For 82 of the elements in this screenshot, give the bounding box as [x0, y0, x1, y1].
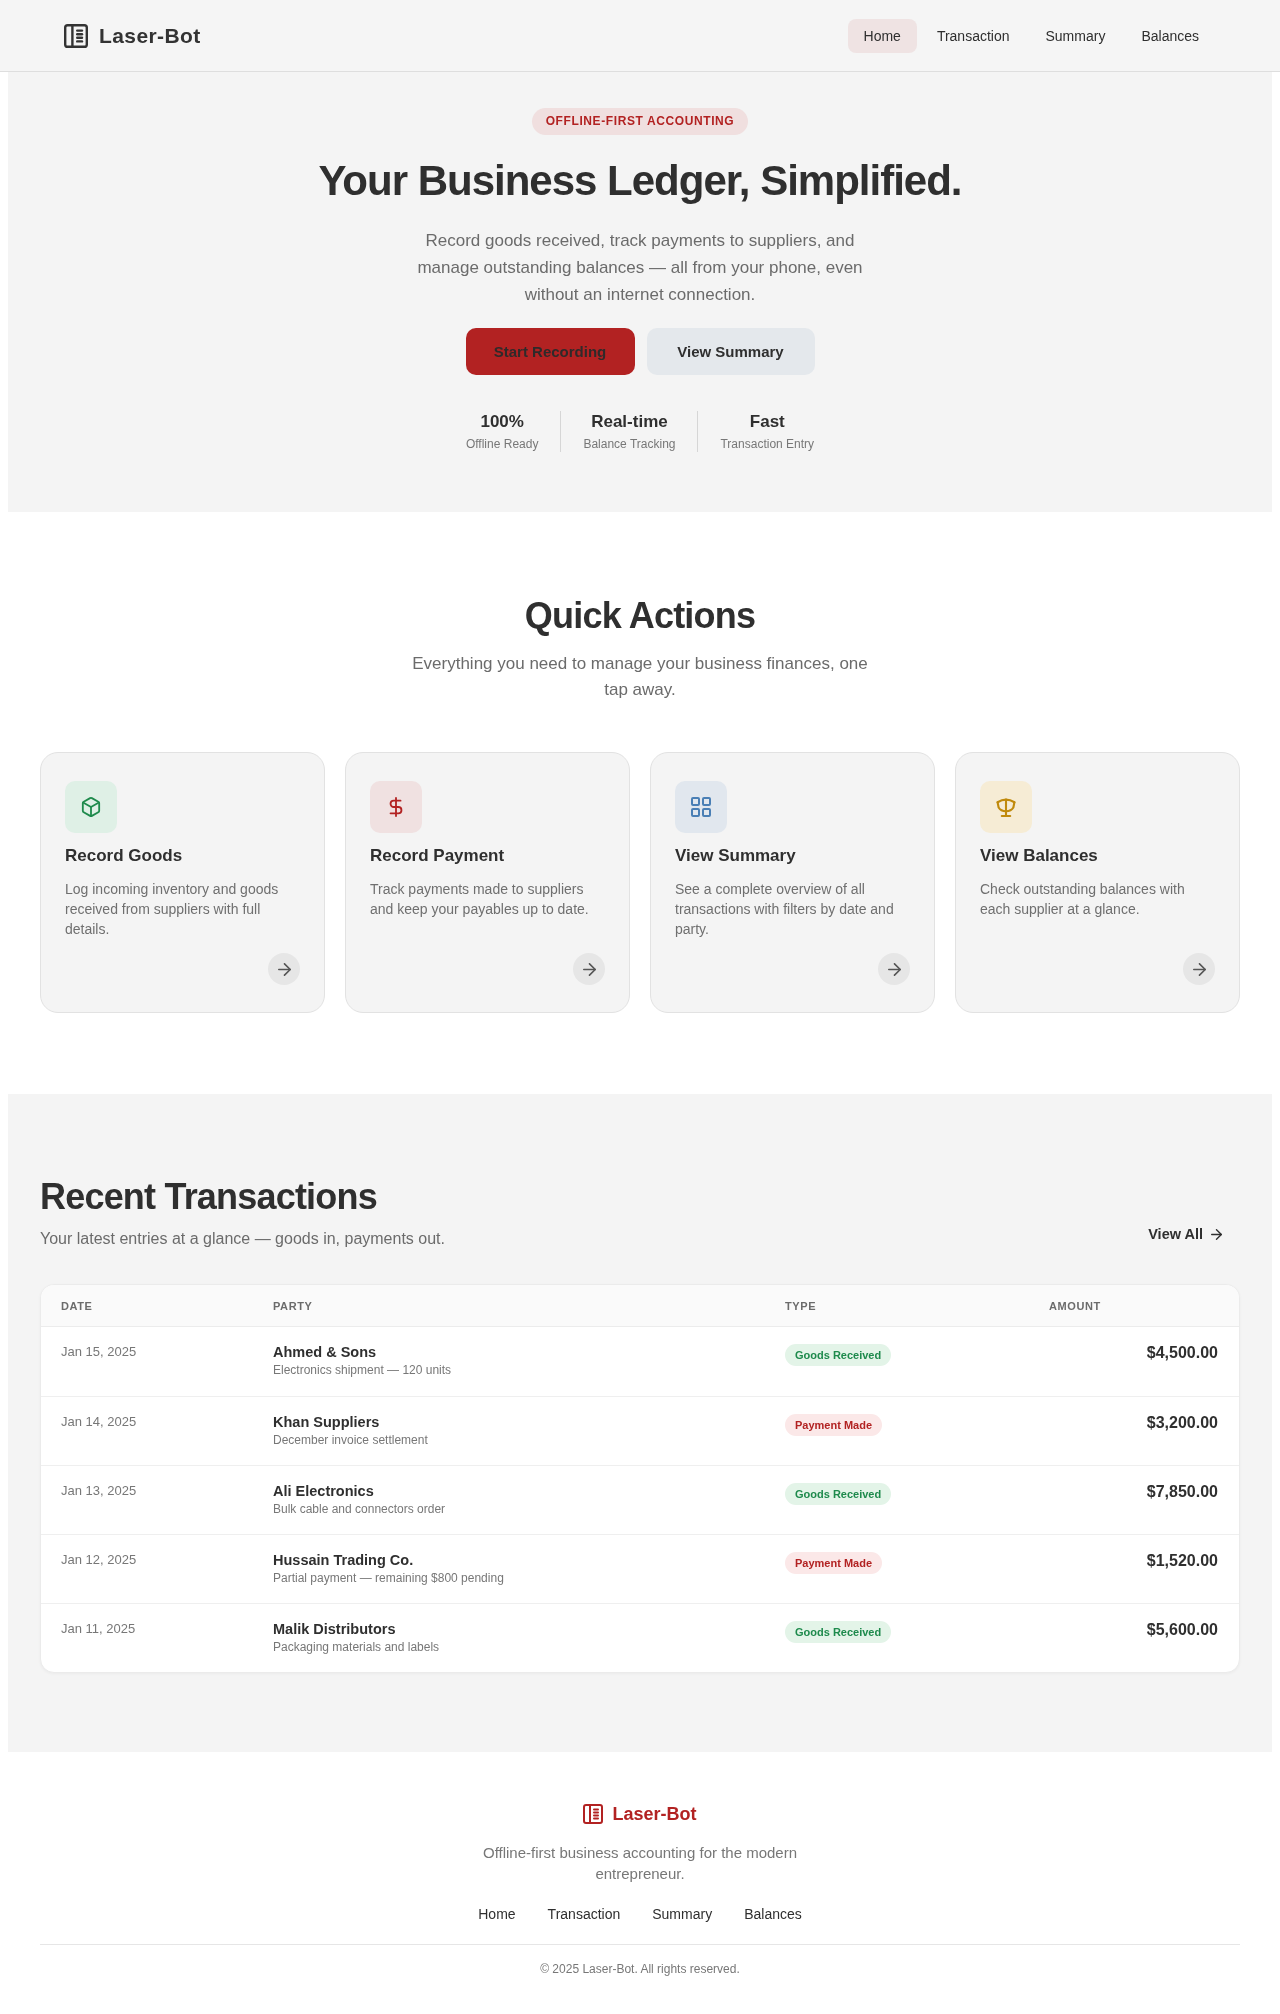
arrow-right-icon — [1211, 1228, 1222, 1240]
amount-cell-text: $7,850.00 — [1145, 1482, 1219, 1502]
stat-value: 100% — [479, 411, 525, 433]
date-cell-text: Jan 11, 2025 — [60, 1620, 137, 1638]
party-note: Electronics shipment — 120 units — [273, 1362, 453, 1378]
type-badge: Payment Made — [785, 1552, 883, 1574]
view-summary-button[interactable]: View Summary — [646, 328, 815, 375]
stat-label: Balance Tracking — [583, 436, 676, 452]
action-card[interactable]: View Balances Check outstanding balances with each supplier at a glance. — [955, 752, 1240, 1013]
amount-cell-text: $4,500.00 — [1145, 1343, 1219, 1363]
trophy-icon — [980, 781, 1032, 833]
section-subtitle: Everything you need to manage your business finances, one tap away. — [411, 653, 869, 701]
party-name: Hussain Trading Co. — [273, 1551, 415, 1569]
view-all-link[interactable]: View All — [1132, 1217, 1240, 1251]
card-description: Check outstanding balances with each supplier at a glance. — [980, 880, 1186, 919]
notebook-icon — [64, 23, 88, 48]
amount-cell-text: $3,200.00 — [1145, 1413, 1219, 1433]
card-title: Record Goods — [65, 845, 184, 867]
stat-value: Fast — [748, 411, 786, 433]
arrow-right-icon — [1192, 962, 1206, 976]
party-note: Packaging materials and labels — [273, 1639, 441, 1655]
stat-value: Real-time — [590, 411, 669, 433]
section-title: Quick Actions — [524, 594, 756, 638]
card-description: Log incoming inventory and goods received from suppliers with full details. — [65, 880, 280, 939]
footer-link[interactable]: Summary — [652, 1905, 713, 1923]
party-name: Khan Suppliers — [273, 1413, 381, 1431]
party-note: Partial payment — remaining $800 pending — [273, 1570, 505, 1586]
type-badge: Payment Made — [785, 1414, 883, 1436]
party-note: December invoice settlement — [273, 1432, 429, 1448]
stat-label: Offline Ready — [465, 436, 539, 452]
hero-title: Your Business Ledger, Simplified. — [318, 157, 962, 205]
type-badge: Goods Received — [785, 1344, 892, 1366]
nav-link[interactable]: Summary — [1029, 18, 1122, 53]
arrow-button[interactable] — [1183, 953, 1215, 985]
arrow-button[interactable] — [268, 953, 300, 985]
card-title: Record Payment — [370, 845, 506, 867]
arrow-button[interactable] — [573, 953, 605, 985]
column-header: PARTY — [272, 1299, 314, 1312]
dollar-icon — [370, 781, 422, 833]
card-title: View Balances — [980, 845, 1099, 867]
notebook-icon — [583, 1804, 604, 1824]
footer-tagline: Offline-first business accounting for the modern entrepreneur. — [481, 1843, 799, 1884]
arrow-button[interactable] — [878, 953, 910, 985]
section-title: Recent Transactions — [40, 1175, 378, 1219]
nav-link[interactable]: Transaction — [920, 18, 1026, 53]
footer-link[interactable]: Transaction — [547, 1905, 621, 1923]
date-cell-text: Jan 14, 2025 — [60, 1413, 138, 1431]
stat-label: Transaction Entry — [720, 436, 815, 452]
action-card[interactable]: View Summary See a complete overview of all transactions with filters by date and party. — [650, 752, 935, 1013]
brand-name: Laser-Bot — [612, 1803, 697, 1826]
type-badge: Goods Received — [785, 1483, 892, 1505]
action-card[interactable]: Record Goods Log incoming inventory and goods received from suppliers with full details. — [40, 752, 325, 1013]
column-header: TYPE — [784, 1299, 818, 1312]
nav-link[interactable]: Home — [847, 18, 917, 53]
hero-description: Record goods received, track payments to suppliers, and manage outstanding balances — all from your phone, even without an internet connection. — [416, 230, 864, 306]
party-name: Ahmed & Sons — [273, 1343, 378, 1361]
card-description: Track payments made to suppliers and keep your payables up to date. — [370, 880, 590, 919]
tagline-badge: OFFLINE-FIRST ACCOUNTING — [531, 108, 749, 135]
arrow-right-icon — [887, 962, 901, 976]
date-cell-text: Jan 13, 2025 — [60, 1482, 138, 1500]
brand-name: Laser-Bot — [99, 23, 201, 48]
section-subtitle: Your latest entries at a glance — goods in, payments out. — [40, 1229, 445, 1249]
footer-link[interactable]: Home — [478, 1905, 516, 1923]
grid-icon — [675, 781, 727, 833]
date-cell-text: Jan 15, 2025 — [60, 1343, 138, 1361]
date-cell-text: Jan 12, 2025 — [60, 1551, 138, 1569]
copyright-text: © 2025 Laser-Bot. All rights reserved. — [540, 1961, 740, 1977]
cube-icon — [65, 781, 117, 833]
column-header: AMOUNT — [1048, 1299, 1102, 1312]
card-title: View Summary — [675, 845, 797, 867]
amount-cell-text: $5,600.00 — [1145, 1620, 1219, 1640]
card-description: See a complete overview of all transactions with filters by date and party. — [675, 880, 895, 939]
amount-cell-text: $1,520.00 — [1145, 1551, 1219, 1571]
type-badge: Goods Received — [785, 1621, 892, 1643]
party-name: Malik Distributors — [273, 1620, 397, 1638]
arrow-right-icon — [582, 962, 596, 976]
footer-link[interactable]: Balances — [744, 1905, 802, 1923]
column-header: DATE — [60, 1299, 94, 1312]
action-card[interactable]: Record Payment Track payments made to suppliers and keep your payables up to date. — [345, 752, 630, 1013]
nav-link[interactable]: Balances — [1125, 18, 1215, 53]
party-note: Bulk cable and connectors order — [273, 1501, 447, 1517]
party-name: Ali Electronics — [273, 1482, 375, 1500]
